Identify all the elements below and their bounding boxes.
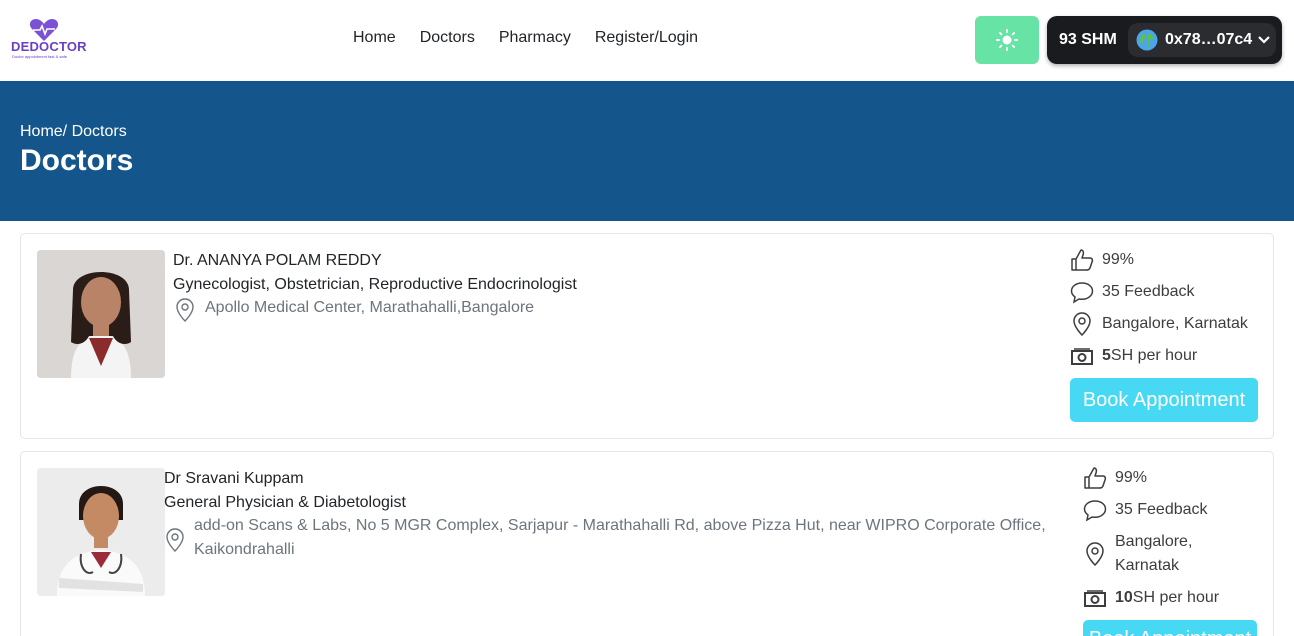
- fee-amount: 10: [1115, 589, 1133, 606]
- doctor-photo[interactable]: [37, 468, 165, 596]
- location-pin-icon: [1073, 312, 1091, 336]
- rating-stat: 99%: [1083, 466, 1147, 490]
- doctor-card: Dr. ANANYA POLAM REDDY Gynecologist, Obs…: [20, 233, 1274, 439]
- nav-home[interactable]: Home: [353, 29, 396, 47]
- fee-stat: 10SH per hour: [1083, 586, 1219, 610]
- comment-icon: [1070, 282, 1094, 304]
- feedback-count[interactable]: 35 Feedback: [1115, 498, 1208, 522]
- doctor-portrait-image: [37, 468, 165, 596]
- thumbs-up-icon: [1084, 467, 1107, 489]
- thumbs-up-icon: [1071, 249, 1094, 271]
- breadcrumb-home[interactable]: Home/: [20, 123, 67, 141]
- doctor-specialty: General Physician & Diabetologist: [164, 494, 406, 511]
- rating-stat: 99%: [1070, 248, 1134, 272]
- wallet-widget: 93 SHM 0x78…07c4: [1047, 16, 1282, 64]
- feedback-stat: 35 Feedback: [1070, 280, 1195, 304]
- wallet-address: 0x78…07c4: [1165, 31, 1253, 48]
- rating-value: 99%: [1102, 251, 1135, 268]
- money-icon: [1084, 590, 1106, 607]
- nav-register-login[interactable]: Register/Login: [595, 29, 698, 47]
- nav-links: Home Doctors Pharmacy Register/Login: [353, 29, 698, 47]
- location-stat: Bangalore, Karnatak: [1070, 312, 1248, 336]
- book-appointment-button[interactable]: Book Appointment: [1070, 378, 1258, 422]
- book-appointment-button[interactable]: Book Appointment: [1083, 620, 1257, 636]
- feedback-stat: 35 Feedback: [1083, 498, 1208, 522]
- location-pin-icon: [1086, 542, 1104, 566]
- theme-toggle-button[interactable]: [975, 16, 1039, 64]
- navbar: DEDOCTOR Doctor appointment fast & safe …: [0, 0, 1294, 81]
- map-pin-icon: [166, 528, 184, 552]
- sun-icon: [996, 29, 1018, 51]
- doctor-portrait-image: [37, 250, 165, 378]
- location-value: Bangalore, Karnatak: [1115, 533, 1193, 574]
- nav-pharmacy[interactable]: Pharmacy: [499, 29, 571, 47]
- map-pin-icon: [176, 298, 194, 322]
- feedback-count[interactable]: 35 Feedback: [1102, 280, 1195, 304]
- doctor-name[interactable]: Dr Sravani Kuppam: [164, 470, 304, 488]
- brand-name: DEDOCTOR: [11, 39, 87, 54]
- fee-unit: SH per hour: [1110, 347, 1198, 364]
- fee-unit: SH per hour: [1132, 589, 1220, 606]
- wallet-account-button[interactable]: 0x78…07c4: [1128, 23, 1276, 57]
- page-header: Home/ Doctors Doctors: [0, 81, 1294, 221]
- money-icon: [1071, 348, 1093, 365]
- location-value: Bangalore, Karnatak: [1102, 315, 1248, 332]
- location-stat: Bangalore, Karnatak: [1083, 530, 1223, 578]
- chevron-down-icon: [1258, 36, 1270, 44]
- nav-doctors[interactable]: Doctors: [420, 29, 475, 47]
- doctor-photo[interactable]: [37, 250, 165, 378]
- globe-icon: [1136, 29, 1158, 51]
- fee-stat: 5SH per hour: [1070, 344, 1197, 368]
- comment-icon: [1083, 500, 1107, 522]
- fee-amount: 5: [1102, 347, 1111, 364]
- breadcrumb-current: Doctors: [67, 123, 127, 140]
- rating-value: 99%: [1115, 469, 1148, 486]
- doctor-name[interactable]: Dr. ANANYA POLAM REDDY: [173, 252, 382, 270]
- brand-tagline: Doctor appointment fast & safe: [12, 54, 67, 59]
- breadcrumb: Home/ Doctors: [20, 123, 127, 141]
- doctor-address: add-on Scans & Labs, No 5 MGR Complex, S…: [194, 517, 1046, 558]
- doctor-card: Dr Sravani Kuppam General Physician & Di…: [20, 451, 1274, 636]
- doctor-specialty: Gynecologist, Obstetrician, Reproductive…: [173, 276, 577, 293]
- brand-logo[interactable]: DEDOCTOR Doctor appointment fast & safe: [10, 18, 87, 62]
- page-title: Doctors: [20, 144, 134, 177]
- wallet-balance[interactable]: 93 SHM: [1059, 31, 1117, 49]
- doctor-address: Apollo Medical Center, Marathahalli,Bang…: [205, 299, 535, 316]
